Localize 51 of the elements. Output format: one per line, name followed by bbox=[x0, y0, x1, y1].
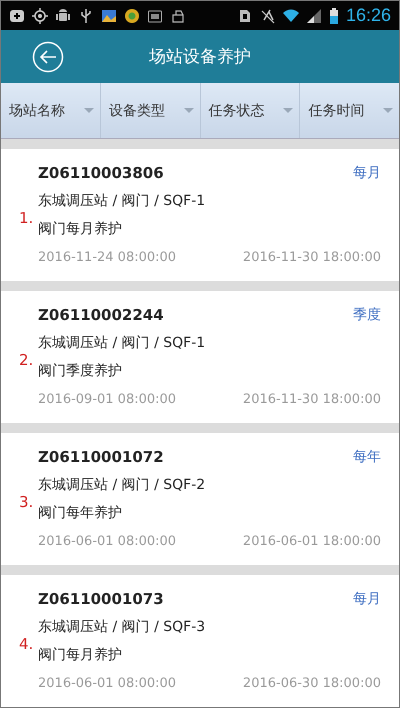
cycle-label: 季度 bbox=[353, 306, 381, 324]
task-name: 阀门每月养护 bbox=[38, 220, 123, 239]
caret-icon bbox=[283, 108, 294, 113]
task-card[interactable]: 1. Z06110003806 每月 东城调压站 / 阀门 / SQF-1 阀门每月养护 2016-11-24 08:00:00 2016-11-30 18:00:00 bbox=[1, 149, 399, 281]
map-icon bbox=[101, 8, 117, 24]
plus-icon bbox=[9, 8, 25, 24]
item-number: 3. bbox=[19, 493, 34, 511]
task-code: Z06110001073 bbox=[38, 590, 164, 608]
caret-icon bbox=[84, 108, 94, 113]
start-time: 2016-09-01 08:00:00 bbox=[38, 392, 176, 406]
start-time: 2016-11-24 08:00:00 bbox=[38, 250, 176, 264]
filter-dropdown[interactable]: 设备类型 bbox=[100, 83, 200, 138]
end-time: 2016-06-30 18:00:00 bbox=[242, 676, 381, 690]
caret-icon bbox=[383, 108, 393, 113]
task-code: Z06110002244 bbox=[38, 306, 164, 324]
task-name: 阀门每月养护 bbox=[38, 646, 123, 665]
start-time: 2016-06-01 08:00:00 bbox=[38, 676, 176, 690]
cycle-label: 每月 bbox=[353, 164, 381, 182]
item-number: 2. bbox=[19, 351, 34, 369]
wifi-icon bbox=[282, 8, 299, 24]
task-code: Z06110001072 bbox=[38, 448, 164, 466]
item-number: 4. bbox=[19, 635, 34, 653]
task-code: Z06110003806 bbox=[38, 164, 164, 182]
mute-icon bbox=[260, 8, 276, 24]
caret-icon bbox=[184, 108, 194, 113]
task-card[interactable]: 3. Z06110001072 每年 东城调压站 / 阀门 / SQF-2 阀门每年养护 2016-06-01 08:00:00 2016-06-01 18:00:00 bbox=[1, 433, 399, 565]
filter-dropdown[interactable]: 任务时间 bbox=[300, 83, 399, 138]
clock-time: 16:26 bbox=[346, 5, 391, 26]
task-card[interactable]: 2. Z06110002244 季度 东城调压站 / 阀门 / SQF-1 阀门季度养护 2016-09-01 08:00:00 2016-11-30 18:00:00 bbox=[1, 291, 399, 423]
coin-icon bbox=[124, 8, 140, 24]
filter-dropdown[interactable]: 场站名称 bbox=[1, 83, 101, 138]
filter-dropdown[interactable]: 任务状态 bbox=[200, 83, 300, 138]
task-name: 阀门每年养护 bbox=[38, 504, 123, 523]
end-time: 2016-11-30 18:00:00 bbox=[242, 250, 381, 264]
back-button[interactable] bbox=[31, 40, 65, 74]
cycle-label: 每月 bbox=[353, 590, 381, 608]
cycle-label: 每年 bbox=[353, 448, 381, 466]
battery-icon bbox=[328, 8, 339, 24]
equipment-path: 东城调压站 / 阀门 / SQF-2 bbox=[38, 476, 206, 495]
page-title: 场站设备养护 bbox=[148, 46, 252, 68]
equipment-path: 东城调压站 / 阀门 / SQF-1 bbox=[38, 192, 206, 211]
item-number: 1. bbox=[19, 209, 34, 227]
task-card[interactable]: 4. Z06110001073 每月 东城调压站 / 阀门 / SQF-3 阀门每月养护 2016-06-01 08:00:00 2016-06-30 18:00:00 bbox=[1, 575, 399, 707]
equipment-path: 东城调压站 / 阀门 / SQF-1 bbox=[38, 334, 206, 353]
signal-icon bbox=[306, 8, 322, 24]
start-time: 2016-06-01 08:00:00 bbox=[38, 534, 176, 548]
end-time: 2016-06-01 18:00:00 bbox=[242, 534, 381, 548]
end-time: 2016-11-30 18:00:00 bbox=[242, 392, 381, 406]
task-name: 阀门季度养护 bbox=[38, 362, 123, 381]
equipment-path: 东城调压站 / 阀门 / SQF-3 bbox=[38, 618, 206, 637]
location-icon bbox=[32, 8, 48, 24]
